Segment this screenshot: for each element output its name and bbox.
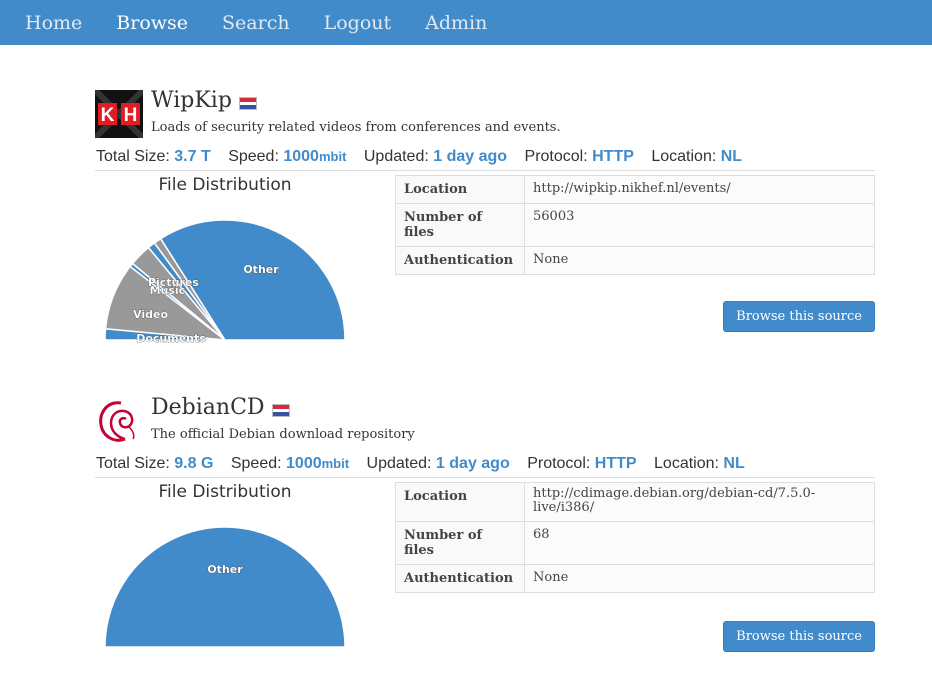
speed-label: Speed:: [230, 455, 282, 472]
pie-label-other: Other: [243, 263, 279, 276]
protocol-label: Protocol:: [527, 455, 591, 472]
speed-value: 1000mbit: [286, 455, 350, 472]
source-title: DebianCD: [151, 395, 265, 420]
updated-value: 1 day ago: [433, 148, 508, 165]
pie-label-pictures: Pictures: [148, 276, 199, 289]
source-header: DebianCD The official Debian download re…: [95, 395, 875, 453]
table-row: Number of files 56003: [395, 203, 875, 247]
pie-chart-svg: Other: [104, 526, 346, 648]
file-distribution-chart: File Distribution Other: [95, 482, 355, 652]
size-label: Total Size:: [96, 148, 170, 165]
source-info-table: Location http://wipkip.nikhef.nl/events/ …: [395, 175, 875, 275]
navbar: Home Browse Search Logout Admin: [0, 0, 932, 45]
source-title: WipKip: [151, 88, 232, 113]
pie-label-documents: Documents: [136, 332, 206, 345]
browse-source-button[interactable]: Browse this source: [723, 621, 875, 652]
browse-source-button[interactable]: Browse this source: [723, 301, 875, 332]
table-key: Number of files: [395, 521, 525, 565]
flag-nl-icon: [271, 404, 290, 417]
location-label: Location:: [651, 148, 717, 165]
table-value: http://wipkip.nikhef.nl/events/: [524, 175, 875, 204]
speed-value: 1000mbit: [283, 148, 347, 165]
nav-logout[interactable]: Logout: [324, 12, 392, 34]
table-value: None: [524, 564, 875, 593]
location-value: NL: [723, 455, 745, 472]
table-value: None: [524, 246, 875, 275]
speed-label: Speed:: [228, 148, 279, 165]
nav-browse[interactable]: Browse: [116, 12, 188, 34]
protocol-value: HTTP: [594, 455, 637, 472]
table-row: Authentication None: [395, 246, 875, 275]
table-key: Authentication: [395, 246, 525, 275]
source-header: K H WipKip Loads of security related vid…: [95, 88, 875, 146]
location-value: NL: [720, 148, 743, 165]
size-label: Total Size:: [96, 455, 170, 472]
kh-logo-icon: K H: [95, 90, 143, 138]
svg-text:K: K: [101, 105, 115, 126]
pie-chart-svg: DocumentsVideoMusicPicturesOther: [104, 219, 346, 345]
nav-search[interactable]: Search: [222, 12, 290, 34]
source-card-wipkip: K H WipKip Loads of security related vid…: [95, 88, 875, 345]
table-value: http://cdimage.debian.org/debian-cd/7.5.…: [524, 482, 875, 522]
table-value: 68: [524, 521, 875, 565]
pie-label-other: Other: [207, 563, 243, 576]
updated-label: Updated:: [363, 148, 429, 165]
size-value: 3.7 T: [174, 148, 211, 165]
table-row: Location http://wipkip.nikhef.nl/events/: [395, 175, 875, 204]
table-key: Authentication: [395, 564, 525, 593]
table-row: Number of files 68: [395, 521, 875, 565]
pie-label-video: Video: [133, 308, 168, 321]
table-row: Authentication None: [395, 564, 875, 593]
updated-value: 1 day ago: [435, 455, 510, 472]
debian-swirl-icon: [99, 401, 135, 442]
svg-text:H: H: [124, 105, 138, 126]
table-key: Number of files: [395, 203, 525, 247]
updated-label: Updated:: [366, 455, 432, 472]
location-label: Location:: [654, 455, 719, 472]
table-key: Location: [395, 175, 525, 204]
source-description: Loads of security related videos from co…: [151, 120, 561, 135]
table-row: Location http://cdimage.debian.org/debian…: [395, 482, 875, 522]
flag-nl-icon: [238, 97, 257, 110]
table-value: 56003: [524, 203, 875, 247]
source-description: The official Debian download repository: [151, 427, 415, 442]
protocol-value: HTTP: [592, 148, 634, 165]
source-stats: Total Size: 3.7 T Speed: 1000mbit Update…: [95, 146, 875, 171]
nav-admin[interactable]: Admin: [425, 12, 487, 34]
protocol-label: Protocol:: [524, 148, 588, 165]
file-distribution-chart: File Distribution Documents Video Music Pic…: [95, 175, 355, 345]
source-stats: Total Size: 9.8 G Speed: 1000mbit Update…: [95, 453, 875, 478]
table-key: Location: [395, 482, 525, 522]
nav-home[interactable]: Home: [25, 12, 82, 34]
source-card-debiancd: DebianCD The official Debian download re…: [95, 395, 875, 652]
size-value: 9.8 G: [174, 455, 214, 472]
pie-slice-other: [104, 526, 346, 648]
source-info-table: Location http://cdimage.debian.org/debian…: [395, 482, 875, 593]
